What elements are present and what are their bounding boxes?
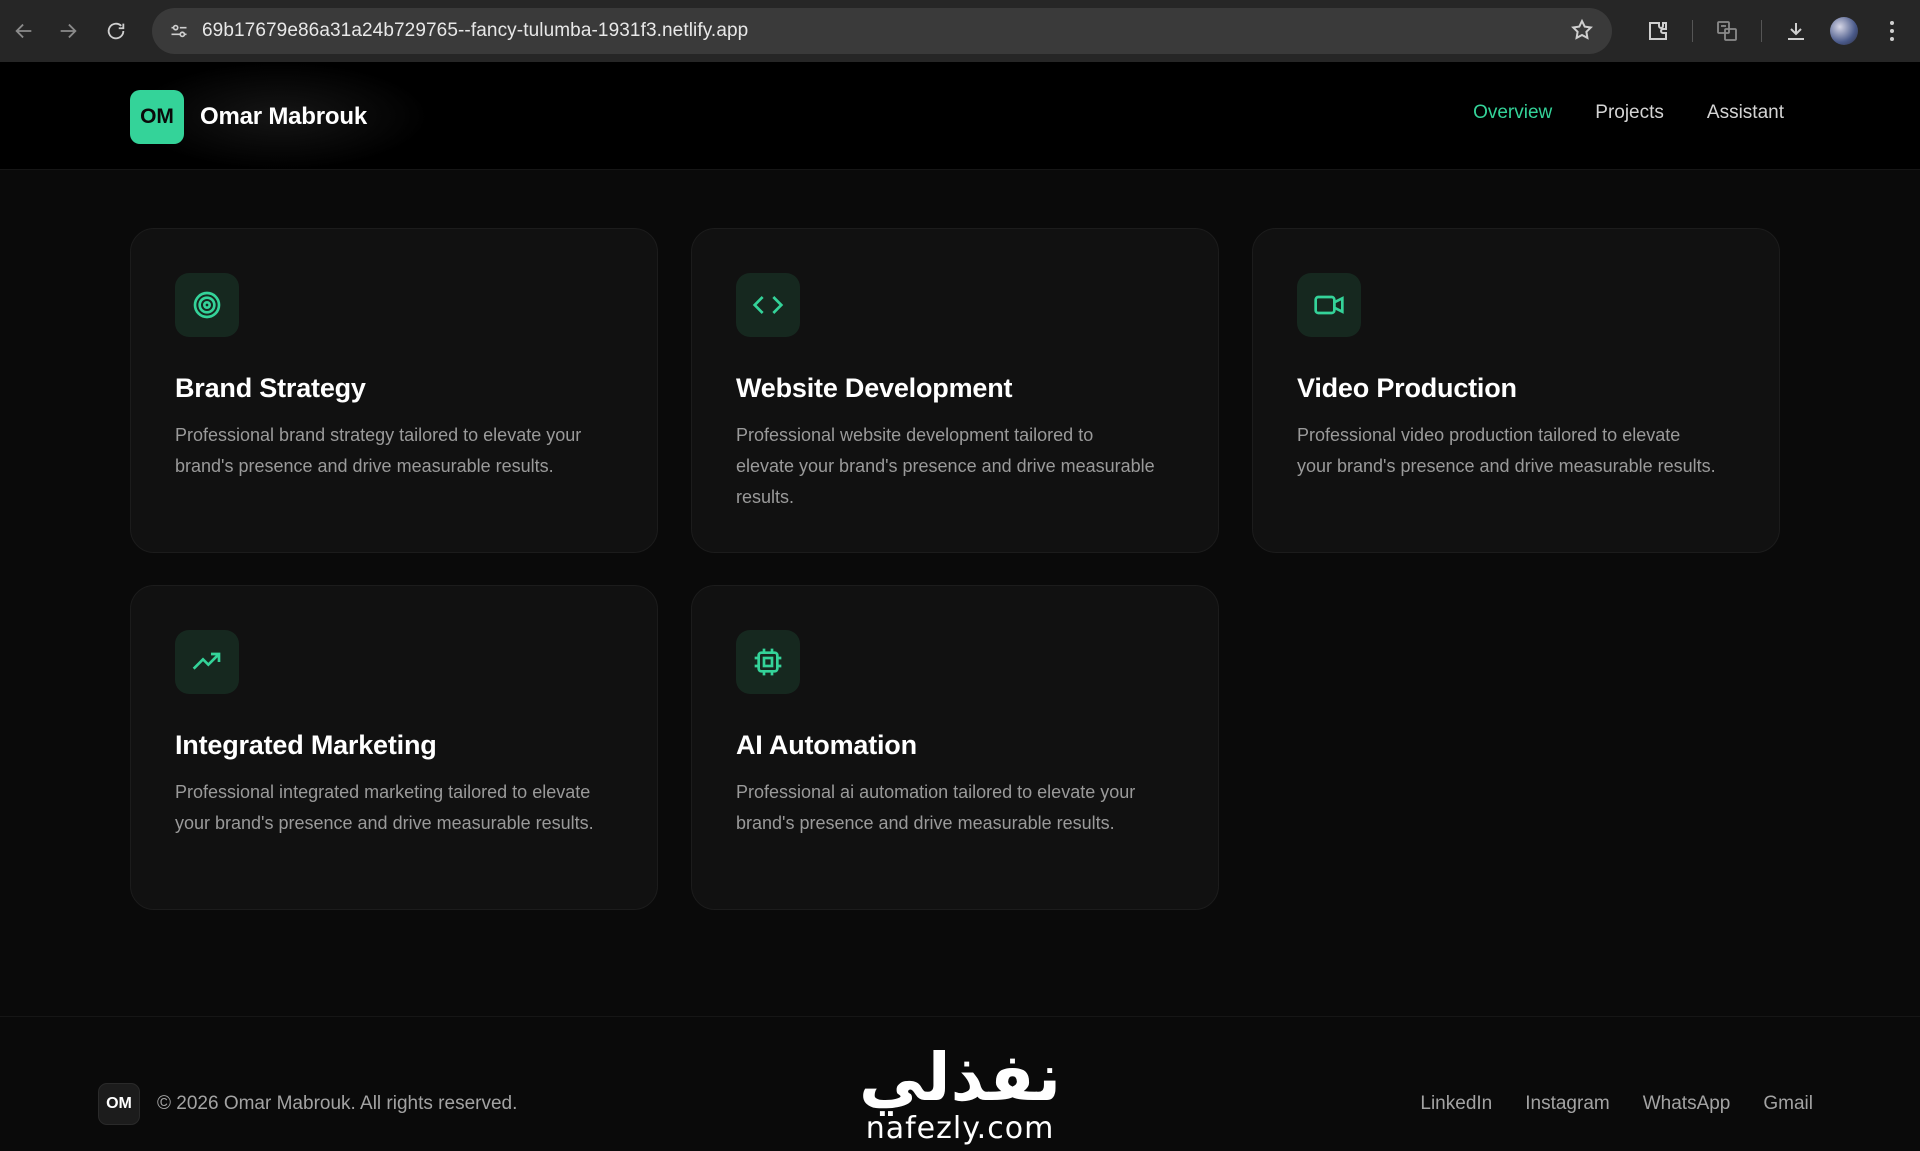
extensions-icon[interactable] (1634, 7, 1682, 55)
nav-overview[interactable]: Overview (1473, 102, 1552, 124)
watermark-latin: nafezly.com (865, 1111, 1055, 1146)
site-settings-icon[interactable] (156, 8, 202, 54)
service-description: Professional brand strategy tailored to … (175, 425, 582, 476)
logo-badge[interactable]: OM (130, 90, 184, 144)
trending-up-icon (175, 630, 239, 694)
footer-logo[interactable]: OM (98, 1083, 140, 1125)
nav-assistant[interactable]: Assistant (1707, 102, 1784, 124)
site-header: OM Omar Mabrouk Overview Projects Assist… (0, 62, 1920, 170)
footer-links: LinkedIn Instagram WhatsApp Gmail (1420, 1093, 1813, 1115)
watermark-arabic: نفذلي (859, 1039, 1061, 1116)
back-icon[interactable] (0, 7, 48, 55)
reload-icon[interactable] (92, 7, 140, 55)
service-card-video-production[interactable]: Video Production Professional video prod… (1252, 228, 1780, 553)
service-description: Professional integrated marketing tailor… (175, 782, 594, 833)
service-card-ai-automation[interactable]: AI Automation Professional ai automation… (691, 585, 1219, 910)
url-text[interactable]: 69b17679e86a31a24b729765--fancy-tulumba-… (202, 20, 748, 42)
brand-name[interactable]: Omar Mabrouk (200, 103, 367, 131)
service-title: Integrated Marketing (175, 730, 437, 760)
toolbar-divider (1692, 20, 1693, 42)
brand[interactable]: OM Omar Mabrouk (130, 90, 367, 144)
avatar[interactable] (1830, 17, 1858, 45)
profile-avatar[interactable] (1820, 7, 1868, 55)
video-camera-icon (1297, 273, 1361, 337)
copyright-text: © 2026 Omar Mabrouk. All rights reserved… (157, 1093, 518, 1114)
footer-link-linkedin[interactable]: LinkedIn (1420, 1093, 1492, 1115)
cpu-chip-icon (736, 630, 800, 694)
service-title: Brand Strategy (175, 373, 366, 403)
service-title: Website Development (736, 373, 1013, 403)
nafezly-watermark: نفذلي nafezly.com (852, 1043, 1068, 1151)
translate-icon[interactable] (1703, 7, 1751, 55)
address-bar[interactable]: 69b17679e86a31a24b729765--fancy-tulumba-… (152, 8, 1612, 54)
download-icon[interactable] (1772, 7, 1820, 55)
service-description: Professional website development tailore… (736, 425, 1155, 507)
service-card-brand-strategy[interactable]: Brand Strategy Professional brand strate… (130, 228, 658, 553)
browser-toolbar: 69b17679e86a31a24b729765--fancy-tulumba-… (0, 0, 1920, 62)
target-icon (175, 273, 239, 337)
service-card-integrated-marketing[interactable]: Integrated Marketing Professional integr… (130, 585, 658, 910)
nav-projects[interactable]: Projects (1595, 102, 1664, 124)
footer-link-whatsapp[interactable]: WhatsApp (1643, 1093, 1731, 1115)
main-nav: Overview Projects Assistant (1473, 102, 1784, 124)
forward-icon[interactable] (44, 7, 92, 55)
footer-link-instagram[interactable]: Instagram (1525, 1093, 1609, 1115)
service-title: AI Automation (736, 730, 917, 760)
service-description: Professional ai automation tailored to e… (736, 782, 1136, 833)
site-footer: OM © 2026 Omar Mabrouk. All rights reser… (0, 1016, 1920, 1151)
more-menu-icon[interactable] (1868, 7, 1916, 55)
bookmark-star-icon[interactable] (1570, 18, 1594, 47)
toolbar-divider (1761, 20, 1762, 42)
code-icon (736, 273, 800, 337)
service-card-website-development[interactable]: Website Development Professional website… (691, 228, 1219, 553)
footer-link-gmail[interactable]: Gmail (1763, 1093, 1813, 1115)
services-section: Brand Strategy Professional brand strate… (0, 170, 1920, 1016)
service-description: Professional video production tailored t… (1297, 425, 1716, 476)
service-title: Video Production (1297, 373, 1517, 403)
